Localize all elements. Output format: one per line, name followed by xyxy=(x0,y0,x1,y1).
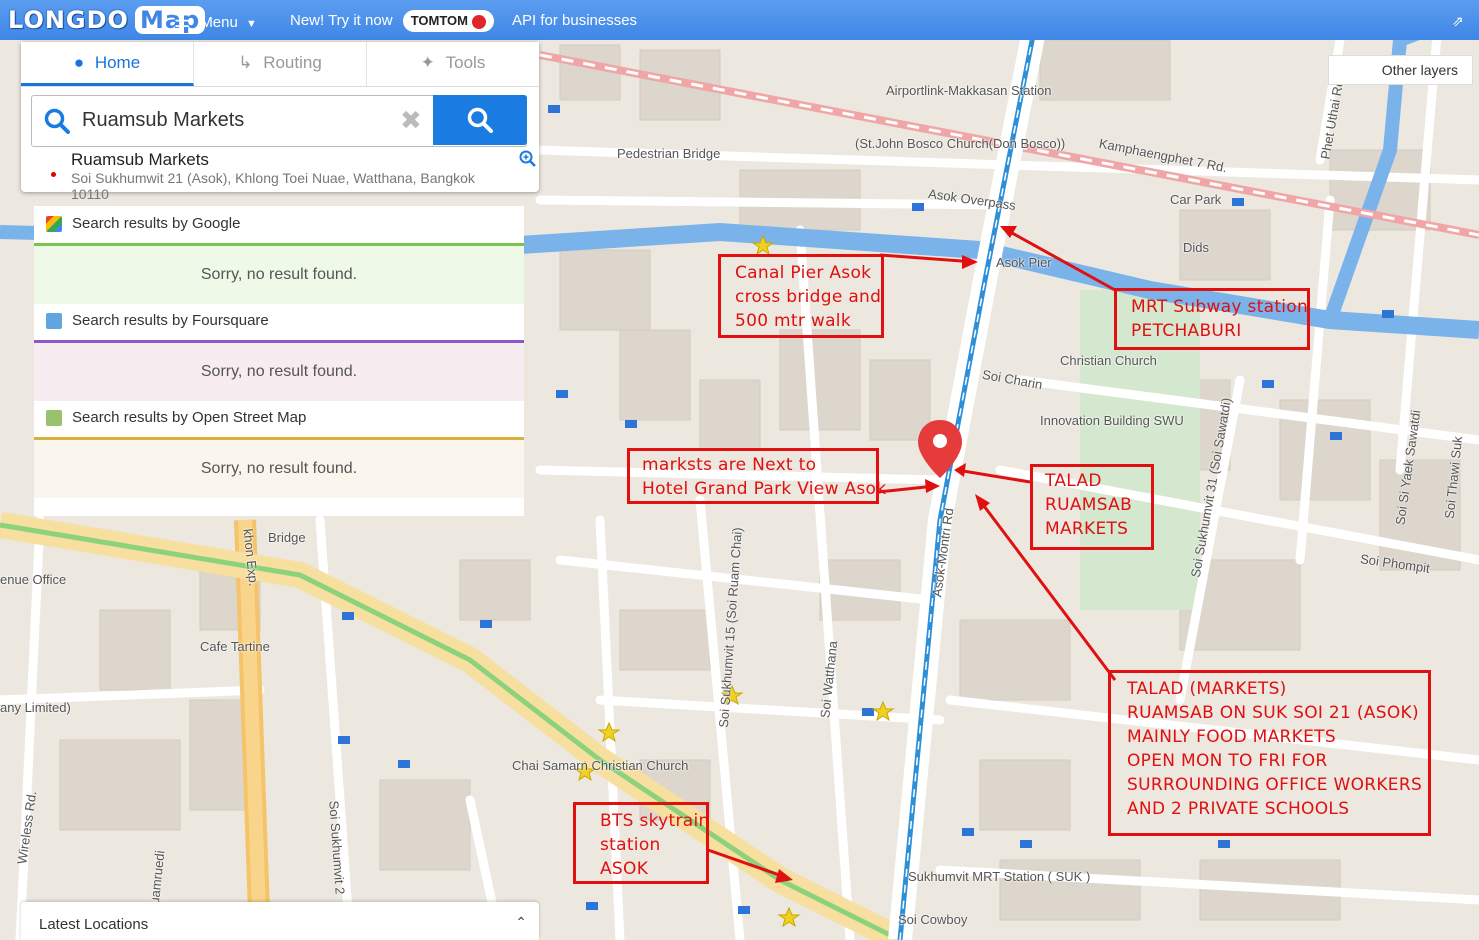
search-icon xyxy=(467,107,493,133)
map-label-airport-link: Airportlink-Makkasan Station xyxy=(886,83,1052,98)
result-title: Ruamsub Markets xyxy=(71,150,209,169)
search-panel: ● Home ↳ Routing ✦ Tools Ruamsub Markets… xyxy=(21,42,539,202)
pushpin-icon: ✦ xyxy=(420,53,435,72)
panel-tabs: ● Home ↳ Routing ✦ Tools xyxy=(21,42,539,87)
annotation-canal-pier: Canal Pier Asok cross bridge and 500 mtr w… xyxy=(718,254,884,338)
foursquare-icon xyxy=(46,313,62,329)
annotation-mrt-subway: MRT Subway station PETCHABURI xyxy=(1114,288,1310,350)
annotation-talad-info: TALAD (MARKETS) RUAMSAB ON SUK SOI 21 (AS… xyxy=(1108,670,1431,836)
pin-icon: ● xyxy=(73,53,85,72)
latest-locations-bar[interactable]: Latest Locations ⌃ xyxy=(21,902,539,940)
map-label-car-park: Car Park xyxy=(1170,192,1222,207)
google-icon xyxy=(46,216,62,232)
openstreetmap-icon xyxy=(46,410,62,426)
google-results-header: Search results by Google xyxy=(34,206,524,246)
tab-routing[interactable]: ↳ Routing xyxy=(194,42,367,86)
share-icon[interactable]: ⇗ xyxy=(1452,0,1464,40)
search-box: Ruamsub Markets ✖ xyxy=(31,95,527,147)
annotation-talad-ruamsab: TALAD RUAMSAB MARKETS xyxy=(1030,464,1154,550)
search-icon xyxy=(44,108,70,134)
external-results: Search results by Google Sorry, no resul… xyxy=(34,206,524,516)
annotation-next-to-hotel: marksts are Next to Hotel Grand Park View… xyxy=(627,448,886,504)
map-label-soi-cowboy: Soi Cowboy xyxy=(898,912,968,927)
caret-down-icon: ▼ xyxy=(246,18,257,30)
latest-locations-label: Latest Locations xyxy=(39,916,149,933)
foursquare-no-result: Sorry, no result found. xyxy=(34,343,524,401)
osm-results-header: Search results by Open Street Map xyxy=(34,400,524,440)
other-layers-button[interactable]: Other layers xyxy=(1328,55,1473,85)
promo-link[interactable]: New! Try it now TOMTOM xyxy=(290,0,494,40)
map-label-innovation: Innovation Building SWU xyxy=(1040,413,1184,428)
api-link[interactable]: API for businesses xyxy=(512,0,637,40)
map-label-sukhumvit-mrt: Sukhumvit MRT Station ( SUK ) xyxy=(908,869,1091,884)
zoom-in-icon[interactable] xyxy=(519,150,537,168)
tab-tools[interactable]: ✦ Tools xyxy=(367,42,539,86)
tab-home[interactable]: ● Home xyxy=(21,42,194,86)
map-label-chai-samarn: Chai Samarn Christian Church xyxy=(512,758,689,773)
hamburger-icon: ☰ xyxy=(174,11,191,31)
annotation-bts: BTS skytrain station ASOK xyxy=(573,802,709,884)
chevron-up-icon[interactable]: ⌃ xyxy=(515,914,527,931)
map-label-st-john: (St.John Bosco Church(Don Bosco)) xyxy=(855,136,1066,151)
menu-button[interactable]: ☰ Menu ▼ xyxy=(174,0,257,40)
tomtom-badge: TOMTOM xyxy=(402,10,494,33)
search-button[interactable] xyxy=(433,95,527,145)
top-bar: LONGDO Map ☰ Menu ▼ New! Try it now TOMTO… xyxy=(0,0,1479,40)
map-label-pedestrian-bridge: Pedestrian Bridge xyxy=(617,146,721,161)
map-label-bridge: Bridge xyxy=(268,530,306,545)
map-label-revenue-office: enue Office xyxy=(0,572,67,587)
result-address: Soi Sukhumwit 21 (Asok), Khlong Toei Nua… xyxy=(71,170,475,202)
search-input[interactable]: Ruamsub Markets xyxy=(82,109,244,132)
google-no-result: Sorry, no result found. xyxy=(34,246,524,304)
tomtom-logo-icon xyxy=(472,14,486,29)
foursquare-results-header: Search results by Foursquare xyxy=(34,303,524,343)
map-label-asok-pier: Asok Pier xyxy=(996,255,1052,270)
map-label-christian-church: Christian Church xyxy=(1060,353,1157,368)
osm-no-result: Sorry, no result found. xyxy=(34,440,524,498)
result-dot-icon xyxy=(51,172,56,177)
route-icon: ↳ xyxy=(238,53,253,72)
map-label-dids: Dids xyxy=(1183,240,1210,255)
map-label-any-limited: any Limited) xyxy=(0,700,71,715)
clear-icon[interactable]: ✖ xyxy=(400,105,422,136)
map-label-cafe-tartine: Cafe Tartine xyxy=(200,639,270,654)
